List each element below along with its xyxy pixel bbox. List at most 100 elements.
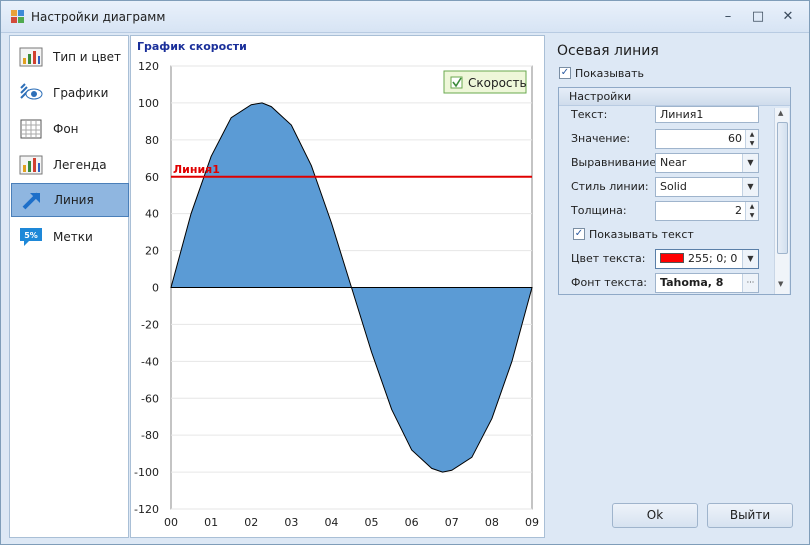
alignment-value: Near — [660, 156, 687, 169]
props-title: Осевая линия — [557, 43, 659, 59]
settings-scrollbar[interactable]: ▲ ▼ — [774, 108, 789, 294]
font-value: Tahoma, 8 — [660, 276, 724, 289]
y-tick-label: 20 — [145, 245, 159, 258]
show-text-label: Показывать текст — [589, 228, 694, 241]
value-text: 60 — [728, 132, 742, 145]
scroll-up-icon[interactable]: ▲ — [778, 109, 783, 117]
y-tick-label: 80 — [145, 134, 159, 147]
sidebar-item-label: Линия — [54, 193, 94, 207]
line-style-label: Стиль линии: — [571, 180, 649, 193]
line-style-select[interactable]: Solid ▼ — [655, 177, 759, 197]
show-text-checkbox[interactable]: ✓ — [573, 228, 585, 240]
text-color-label: Цвет текста: — [571, 252, 646, 265]
text-color-value: 255; 0; 0 — [688, 252, 738, 265]
thickness-label: Толщина: — [571, 204, 627, 217]
minimize-icon[interactable]: – — [717, 8, 739, 26]
chart-title: График скорости — [137, 40, 247, 53]
sidebar-item-labels[interactable]: 5% Метки — [11, 220, 129, 254]
y-tick-label: -80 — [141, 429, 159, 442]
chart-legend[interactable]: Скорость — [443, 70, 527, 94]
thickness-field[interactable]: 2 ▲ ▼ — [655, 201, 759, 221]
thickness-text: 2 — [735, 204, 742, 217]
x-tick-label: 09 — [525, 516, 539, 529]
x-tick-label: 02 — [244, 516, 258, 529]
ellipsis-icon[interactable]: ··· — [742, 274, 758, 292]
x-axis-ticks: 00 01 02 03 04 05 06 07 08 09 — [164, 516, 539, 529]
sidebar-item-graphs[interactable]: Графики — [11, 76, 129, 110]
text-field[interactable]: Линия1 — [655, 106, 759, 123]
labels-percent-icon: 5% — [20, 228, 42, 246]
x-tick-label: 04 — [324, 516, 338, 529]
exit-button[interactable]: Выйти — [707, 503, 793, 528]
sidebar-item-label: Легенда — [53, 158, 107, 172]
y-tick-label: 100 — [138, 97, 159, 110]
value-label: Значение: — [571, 132, 631, 145]
x-tick-label: 06 — [405, 516, 419, 529]
x-tick-label: 00 — [164, 516, 178, 529]
constant-line-label: Линия1 — [173, 163, 220, 176]
app-icon — [11, 10, 25, 24]
sidebar-item-line[interactable]: Линия — [11, 183, 129, 217]
y-tick-label: 0 — [152, 282, 159, 295]
sidebar: Тип и цвет Графики Фон Легенда Линия 5% … — [9, 35, 129, 538]
scroll-thumb[interactable] — [777, 122, 788, 254]
sidebar-item-label: Фон — [53, 122, 79, 136]
chevron-down-icon[interactable]: ▼ — [742, 250, 758, 268]
alignment-select[interactable]: Near ▼ — [655, 153, 759, 173]
sidebar-item-background[interactable]: Фон — [11, 112, 129, 146]
title-bar: Настройки диаграмм – □ ✕ — [1, 1, 809, 33]
y-tick-label: -20 — [141, 318, 159, 331]
line-style-value: Solid — [660, 180, 687, 193]
properties-panel: Осевая линия ✓ Показывать Настройки Текс… — [547, 35, 803, 538]
show-checkbox[interactable]: ✓ — [559, 67, 571, 79]
settings-window: Настройки диаграмм – □ ✕ Тип и цвет Граф… — [0, 0, 810, 545]
speed-chart[interactable]: График скорости Линия1 120 100 80 60 40 20 0 -2… — [131, 36, 544, 537]
x-tick-label: 05 — [365, 516, 379, 529]
y-axis-ticks: 120 100 80 60 40 20 0 -20 -40 -60 -80 -100 -120 — [134, 60, 159, 516]
y-tick-label: 120 — [138, 60, 159, 73]
settings-group-header: Настройки — [559, 88, 790, 106]
background-grid-icon — [20, 119, 42, 139]
chevron-down-icon[interactable]: ▼ — [742, 154, 758, 172]
bar-chart-icon — [19, 47, 43, 67]
settings-group-title: Настройки — [569, 90, 632, 103]
sidebar-item-legend[interactable]: Легенда — [11, 148, 129, 182]
y-tick-label: -40 — [141, 355, 159, 368]
line-arrow-icon — [22, 192, 40, 210]
ok-button[interactable]: Ok — [612, 503, 698, 528]
alignment-label: Выравнивание: — [571, 156, 660, 169]
sidebar-item-label: Тип и цвет — [53, 50, 122, 64]
settings-group: Настройки Текст: Линия1 Значение: 60 ▲ ▼ … — [558, 87, 791, 295]
svg-text:5%: 5% — [24, 231, 38, 240]
legend-icon — [19, 155, 43, 175]
color-swatch — [660, 253, 684, 263]
font-label: Фонт текста: — [571, 276, 648, 289]
y-tick-label: 40 — [145, 208, 159, 221]
graphs-eye-icon — [20, 83, 43, 100]
window-title: Настройки диаграмм — [31, 10, 166, 24]
chart-panel: График скорости Линия1 120 100 80 60 40 20 0 -2… — [130, 35, 545, 538]
y-tick-label: -120 — [134, 503, 159, 516]
font-field[interactable]: Tahoma, 8 ··· — [655, 273, 759, 293]
thickness-spinner[interactable]: ▲ ▼ — [745, 202, 758, 220]
scroll-down-icon[interactable]: ▼ — [778, 280, 783, 288]
value-spinner[interactable]: ▲ ▼ — [745, 130, 758, 148]
maximize-icon[interactable]: □ — [747, 8, 769, 26]
y-tick-label: -60 — [141, 392, 159, 405]
value-field[interactable]: 60 ▲ ▼ — [655, 129, 759, 149]
x-tick-label: 03 — [284, 516, 298, 529]
chevron-down-icon[interactable]: ▼ — [742, 178, 758, 196]
x-tick-label: 07 — [445, 516, 459, 529]
text-color-select[interactable]: 255; 0; 0 ▼ — [655, 249, 759, 269]
sidebar-item-label: Графики — [53, 86, 109, 100]
legend-label: Скорость — [468, 76, 527, 90]
text-label: Текст: — [571, 108, 608, 121]
close-icon[interactable]: ✕ — [777, 8, 799, 26]
sidebar-item-label: Метки — [53, 230, 93, 244]
y-tick-label: -100 — [134, 466, 159, 479]
x-tick-label: 08 — [485, 516, 499, 529]
sidebar-item-type-color[interactable]: Тип и цвет — [11, 40, 129, 74]
y-tick-label: 60 — [145, 171, 159, 184]
show-checkbox-label: Показывать — [575, 67, 645, 80]
x-tick-label: 01 — [204, 516, 218, 529]
